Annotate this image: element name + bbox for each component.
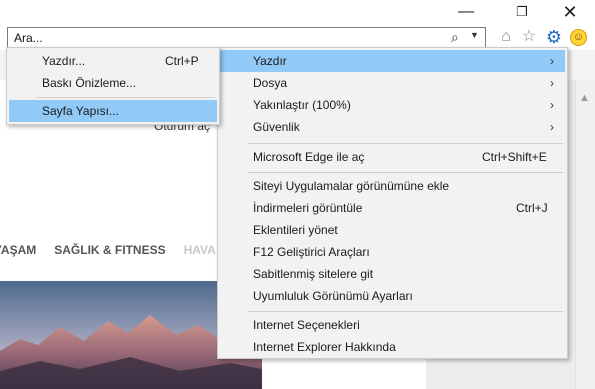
menu-separator (248, 311, 563, 312)
menu-item-label: Yazdır... (42, 54, 86, 68)
menu-item-sayfa-yapisi[interactable]: Sayfa Yapısı... (9, 100, 217, 122)
menu-item-label: Sayfa Yapısı... (42, 104, 119, 118)
menu-item-baski-onizleme[interactable]: Baskı Önizleme... (9, 72, 217, 94)
menu-item-internet-secenekleri[interactable]: Internet Seçenekleri (220, 314, 565, 336)
star-icon[interactable]: ☆ (519, 27, 539, 47)
scrollbar[interactable]: ▲ (575, 80, 595, 389)
nav-item-yasam[interactable]: YAŞAM (0, 243, 36, 257)
menu-item-yazdir-print[interactable]: Yazdır... Ctrl+P (9, 50, 217, 72)
menu-item-label: Baskı Önizleme... (42, 76, 137, 90)
title-bar: — ❐ ✕ (0, 0, 595, 26)
menu-item-dosya[interactable]: Dosya › (220, 72, 565, 94)
smiley-icon[interactable]: ☺ (570, 29, 587, 46)
menu-item-label: Internet Explorer Hakkında (253, 340, 396, 354)
nav-item-hava[interactable]: HAVA (184, 243, 216, 257)
menu-item-uygulamalar[interactable]: Siteyi Uygulamalar görünümüne ekle (220, 175, 565, 197)
address-input[interactable]: Ara... (14, 31, 43, 45)
chevron-down-icon[interactable]: ▼ (470, 30, 479, 40)
menu-item-yazdir[interactable]: Yazdır › (220, 50, 565, 72)
menu-item-microsoft-edge[interactable]: Microsoft Edge ile aç Ctrl+Shift+E (220, 146, 565, 168)
close-button[interactable]: ✕ (556, 2, 584, 22)
minimize-button[interactable]: — (452, 2, 480, 22)
nav-item-saglik[interactable]: SAĞLIK & FITNESS (54, 243, 165, 257)
chevron-right-icon: › (550, 54, 554, 68)
menu-separator (248, 143, 563, 144)
menu-item-yakinlastir[interactable]: Yakınlaştır (100%) › (220, 94, 565, 116)
page-nav: YAŞAM SAĞLIK & FITNESS HAVA (0, 243, 234, 257)
scroll-up-icon[interactable]: ▲ (579, 92, 590, 104)
restore-button[interactable]: ❐ (508, 2, 536, 22)
menu-item-label: Dosya (253, 76, 288, 90)
menu-item-label: İndirmeleri görüntüle (253, 201, 363, 215)
menu-shortcut: Ctrl+P (165, 54, 199, 68)
menu-item-label: Yakınlaştır (100%) (253, 98, 351, 112)
menu-item-label: Internet Seçenekleri (253, 318, 360, 332)
menu-item-label: Microsoft Edge ile aç (253, 150, 365, 164)
menu-item-label: Sabitlenmiş sitelere git (253, 267, 374, 281)
menu-item-label: Siteyi Uygulamalar görünümüne ekle (253, 179, 450, 193)
menu-item-label: Güvenlik (253, 120, 300, 134)
chevron-right-icon: › (550, 76, 554, 90)
menu-item-ie-hakkinda[interactable]: Internet Explorer Hakkında (220, 336, 565, 358)
menu-shortcut: Ctrl+J (516, 201, 548, 215)
menu-item-label: Yazdır (253, 54, 287, 68)
menu-item-guvenlik[interactable]: Güvenlik › (220, 116, 565, 138)
menu-item-f12[interactable]: F12 Geliştirici Araçları (220, 241, 565, 263)
menu-item-label: Eklentileri yönet (253, 223, 338, 237)
menu-separator (37, 97, 215, 98)
chevron-right-icon: › (550, 98, 554, 112)
menu-item-uyumluluk[interactable]: Uyumluluk Görünümü Ayarları (220, 285, 565, 307)
tools-menu: Yazdır › Dosya › Yakınlaştır (100%) › Gü… (217, 47, 568, 359)
home-icon[interactable]: ⌂ (496, 27, 516, 47)
address-bar[interactable]: Ara... ⌕ ▼ (7, 27, 486, 48)
menu-item-eklentiler[interactable]: Eklentileri yönet (220, 219, 565, 241)
search-icon[interactable]: ⌕ (451, 29, 459, 46)
menu-shortcut: Ctrl+Shift+E (482, 150, 547, 164)
chevron-right-icon: › (550, 120, 554, 134)
gear-icon[interactable]: ⚙ (544, 27, 564, 47)
print-submenu: Yazdır... Ctrl+P Baskı Önizleme... Sayfa… (6, 47, 220, 125)
menu-item-label: Uyumluluk Görünümü Ayarları (253, 289, 413, 303)
menu-item-label: F12 Geliştirici Araçları (253, 245, 370, 259)
menu-item-indirmeler[interactable]: İndirmeleri görüntüle Ctrl+J (220, 197, 565, 219)
menu-separator (248, 172, 563, 173)
menu-item-sabitlenmis[interactable]: Sabitlenmiş sitelere git (220, 263, 565, 285)
